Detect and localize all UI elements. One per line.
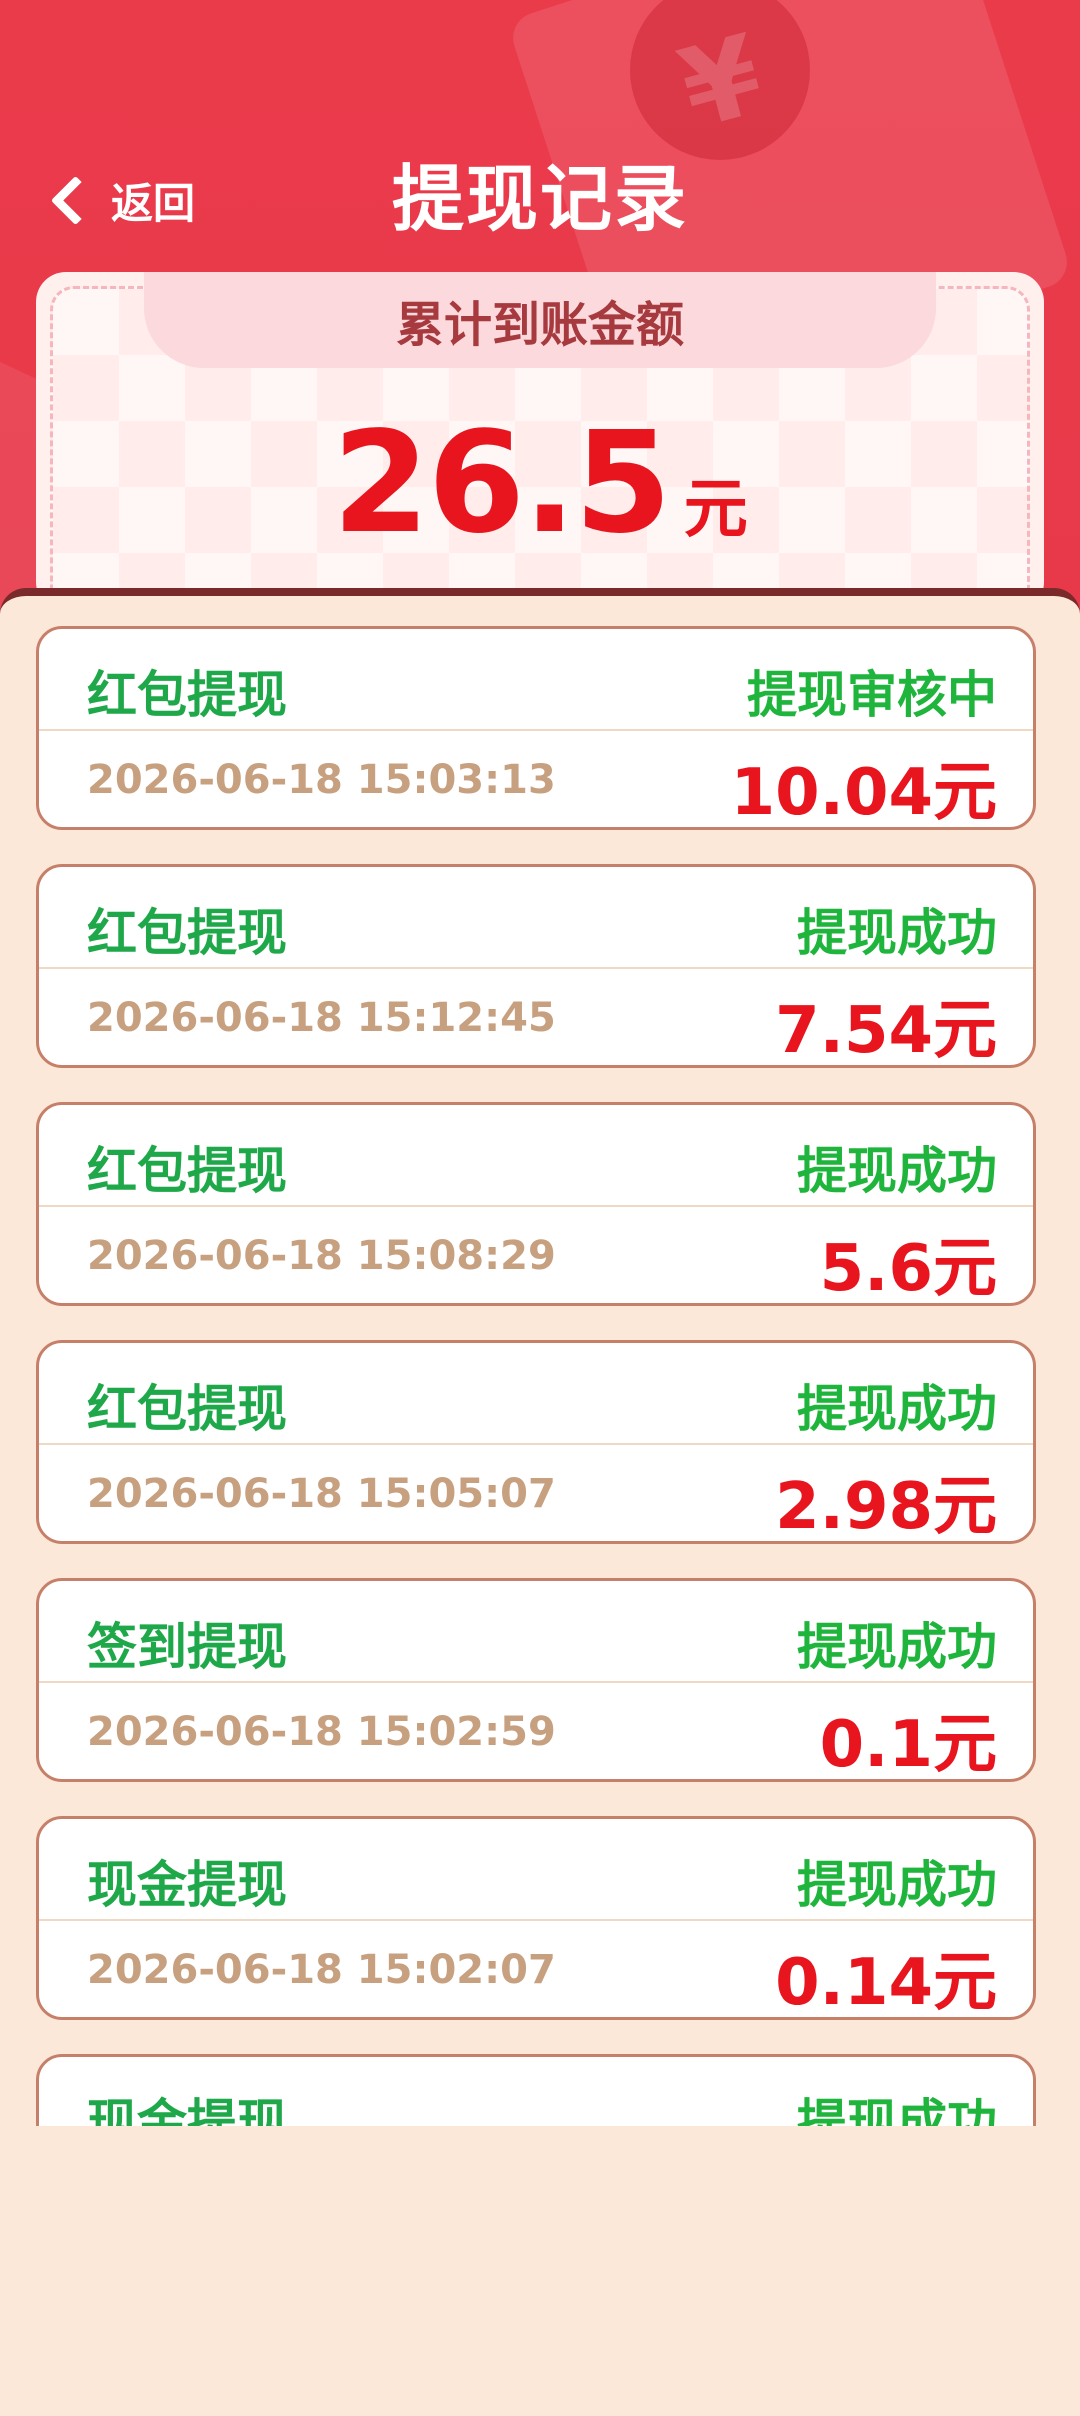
record-type: 红包提现 (87, 1380, 287, 1438)
record-status: 提现成功 (797, 1380, 997, 1438)
record-amount: 5.6元 (819, 1232, 997, 1306)
summary-label-tab: 累计到账金额 (144, 272, 936, 368)
record-item: 签到提现 提现成功 2026-06-18 15:02:59 0.1元 (36, 1578, 1036, 1782)
record-amount: 0.1元 (819, 1708, 997, 1782)
record-item: 红包提现 提现成功 2026-06-18 15:12:45 7.54元 (36, 864, 1036, 1068)
record-item: 红包提现 提现成功 2026-06-18 15:05:07 2.98元 (36, 1340, 1036, 1544)
record-time: 2026-06-18 15:03:13 (87, 757, 556, 803)
summary-card: 累计到账金额 26.5 元 (36, 272, 1044, 612)
record-type: 签到提现 (87, 1618, 287, 1676)
record-time: 2026-06-18 15:12:45 (87, 995, 556, 1041)
record-type: 红包提现 (87, 1142, 287, 1200)
record-time: 2026-06-18 15:02:59 (87, 1709, 556, 1755)
record-status: 提现成功 (797, 1618, 997, 1676)
records-list[interactable]: 红包提现 提现审核中 2026-06-18 15:03:13 10.04元 红包… (36, 626, 1044, 2126)
record-item: 现金提现 提现成功 2026-06-18 15:02:07 0.14元 (36, 1816, 1036, 2020)
record-amount: 7.54元 (775, 994, 997, 1068)
total-amount-value: 26.5 (332, 402, 671, 565)
record-item: 红包提现 提现成功 2026-06-18 15:08:29 5.6元 (36, 1102, 1036, 1306)
record-type: 现金提现 (87, 2094, 287, 2126)
record-amount: 0.14元 (775, 1946, 997, 2020)
record-type: 红包提现 (87, 904, 287, 962)
total-amount: 26.5 元 (36, 402, 1044, 565)
records-panel: 红包提现 提现审核中 2026-06-18 15:03:13 10.04元 红包… (0, 588, 1080, 2416)
record-type: 红包提现 (87, 666, 287, 724)
page-title: 提现记录 (391, 157, 688, 241)
total-amount-unit: 元 (683, 473, 748, 547)
record-type: 现金提现 (87, 1856, 287, 1914)
summary-label: 累计到账金额 (395, 297, 684, 353)
record-time: 2026-06-18 15:08:29 (87, 1233, 556, 1279)
record-status: 提现审核中 (747, 666, 997, 724)
record-status: 提现成功 (797, 2094, 997, 2126)
record-time: 2026-06-18 15:02:07 (87, 1947, 556, 1993)
record-amount: 2.98元 (775, 1470, 997, 1544)
record-status: 提现成功 (797, 904, 997, 962)
record-item: 现金提现 提现成功 (36, 2054, 1036, 2126)
record-time: 2026-06-18 15:05:07 (87, 1471, 556, 1517)
record-status: 提现成功 (797, 1856, 997, 1914)
record-status: 提现成功 (797, 1142, 997, 1200)
record-item: 红包提现 提现审核中 2026-06-18 15:03:13 10.04元 (36, 626, 1036, 830)
record-amount: 10.04元 (730, 756, 997, 830)
